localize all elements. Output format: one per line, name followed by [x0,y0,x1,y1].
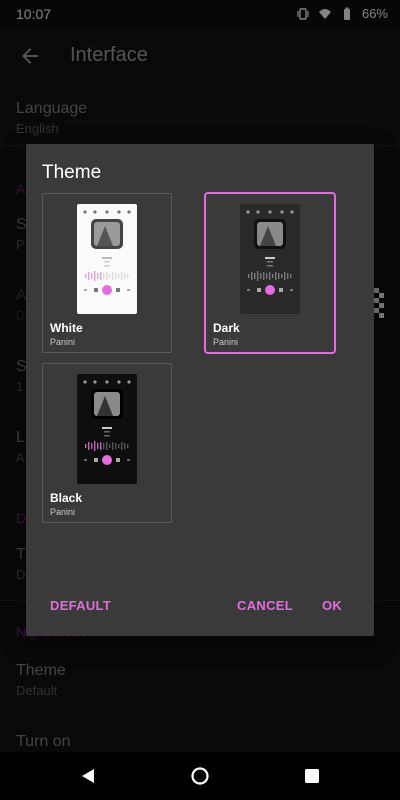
theme-name: Black [50,491,83,505]
theme-author: Panini [50,507,76,517]
theme-name: Dark [213,321,240,335]
nav-home-icon[interactable] [190,766,210,786]
theme-option-dark[interactable]: Dark Panini [204,192,336,354]
black-theme-preview [77,374,137,484]
ok-button[interactable]: OK [322,598,342,613]
theme-author: Panini [213,337,239,347]
theme-author: Panini [50,337,76,347]
theme-name: White [50,321,83,335]
checkered-pattern [374,288,384,318]
default-button[interactable]: DEFAULT [50,598,111,613]
nav-back-icon[interactable] [78,766,98,786]
theme-dialog: Theme White Panini Dark Panini Black Pan… [26,144,374,636]
dialog-title: Theme [42,162,102,183]
cancel-button[interactable]: CANCEL [237,598,293,613]
navigation-bar [0,752,400,800]
dark-theme-preview [240,204,300,314]
theme-option-black[interactable]: Black Panini [42,363,172,523]
nav-recents-icon[interactable] [302,766,322,786]
white-theme-preview [77,204,137,314]
theme-option-white[interactable]: White Panini [42,193,172,353]
